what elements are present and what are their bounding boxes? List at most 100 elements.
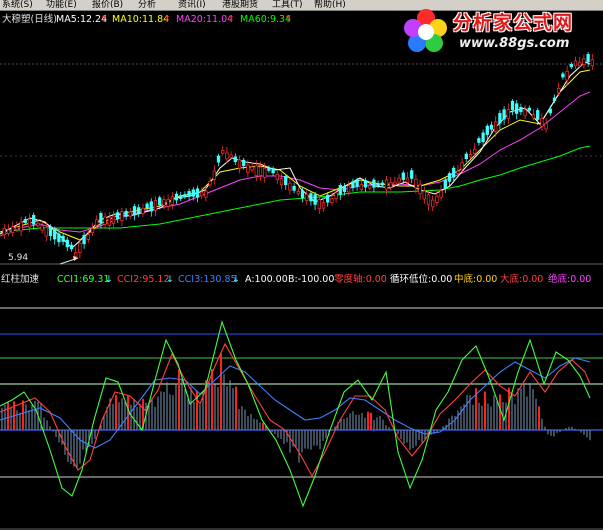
candle-body bbox=[431, 199, 435, 208]
candle-body bbox=[124, 210, 128, 217]
candle-body bbox=[397, 177, 401, 183]
candle-body bbox=[523, 109, 527, 116]
candle-body bbox=[305, 193, 309, 201]
candle-body bbox=[334, 192, 338, 200]
candle-body bbox=[414, 178, 418, 189]
ma10-line bbox=[0, 69, 591, 241]
candle-body bbox=[111, 215, 116, 224]
candle-body bbox=[229, 154, 233, 158]
candle-body bbox=[489, 124, 494, 130]
candle-body bbox=[61, 235, 65, 242]
candle-body bbox=[250, 166, 254, 171]
cci3-arrow-icon: ↓ bbox=[232, 274, 240, 285]
candle-body bbox=[19, 221, 23, 232]
candle-body bbox=[578, 62, 582, 67]
candle-body bbox=[372, 179, 376, 188]
candle-body bbox=[48, 227, 53, 236]
candle-body bbox=[36, 222, 40, 227]
candle-body bbox=[174, 193, 179, 201]
candle-body bbox=[116, 212, 120, 220]
candle-body bbox=[481, 132, 485, 143]
candle-body bbox=[376, 183, 380, 187]
candle-body bbox=[78, 243, 82, 253]
candle-body bbox=[6, 229, 11, 234]
candle-body bbox=[590, 59, 594, 67]
candle-body bbox=[132, 206, 137, 216]
candle-body bbox=[573, 60, 578, 67]
candle-body bbox=[422, 190, 426, 200]
candle-body bbox=[149, 201, 153, 212]
candle-body bbox=[275, 173, 279, 181]
candle-body bbox=[464, 153, 468, 160]
candle-body bbox=[426, 194, 431, 206]
candle-body bbox=[405, 177, 410, 183]
candle-body bbox=[11, 226, 15, 233]
candle-body bbox=[460, 162, 464, 170]
candle-body bbox=[90, 228, 95, 234]
candle-body bbox=[410, 170, 414, 179]
a-label: A:100.00 bbox=[245, 274, 288, 285]
cci2-label: CCI2:95.12 bbox=[117, 274, 170, 285]
candle-body bbox=[548, 108, 552, 114]
candle-body bbox=[338, 184, 342, 195]
candle-body bbox=[254, 165, 258, 176]
candle-body bbox=[296, 191, 300, 195]
candle-body bbox=[166, 199, 170, 207]
candle-body bbox=[23, 219, 27, 223]
candle-body bbox=[498, 113, 502, 124]
candle-body bbox=[145, 203, 149, 209]
candle-body bbox=[271, 168, 275, 174]
candle-body bbox=[582, 58, 586, 66]
candle-body bbox=[162, 199, 166, 206]
candle-body bbox=[544, 123, 548, 130]
mid-bottom-label: 中底:0.00 bbox=[454, 274, 498, 285]
candle-body bbox=[208, 180, 212, 186]
zero-axis-label: 零度轴:0.00 bbox=[334, 274, 387, 285]
candle-body bbox=[401, 172, 405, 180]
cci1-arrow-icon: ↓ bbox=[105, 274, 113, 285]
candle-body bbox=[53, 229, 57, 240]
candle-body bbox=[586, 54, 590, 63]
candle-body bbox=[389, 182, 393, 188]
candle-body bbox=[258, 166, 263, 176]
candle-body bbox=[321, 202, 326, 209]
candle-body bbox=[233, 156, 237, 163]
candle-body bbox=[342, 185, 347, 193]
candle-body bbox=[355, 179, 359, 187]
candle-body bbox=[237, 159, 242, 169]
candle-body bbox=[569, 64, 573, 68]
candle-body bbox=[246, 164, 250, 173]
candle-body bbox=[191, 189, 195, 197]
candle-body bbox=[557, 88, 561, 94]
candle-body bbox=[477, 138, 481, 143]
cci3-label: CCI3:130.85 bbox=[178, 274, 237, 285]
candle-body bbox=[170, 196, 174, 205]
b-label: B:-100.00 bbox=[288, 274, 335, 285]
candle-body bbox=[418, 183, 422, 195]
candle-body bbox=[141, 207, 145, 214]
candle-body bbox=[506, 109, 510, 119]
low-price-label: 5.94 bbox=[8, 253, 29, 263]
candle-body bbox=[300, 190, 305, 199]
candle-body bbox=[393, 181, 397, 185]
candle-body bbox=[519, 106, 523, 113]
candle-body bbox=[200, 191, 204, 197]
candle-body bbox=[473, 148, 477, 154]
candle-body bbox=[195, 188, 200, 198]
indicator-legend: 红柱加速 CCI1:69.31 ↓ CCI2:95.12 ↓ CCI3:130.… bbox=[0, 274, 603, 286]
candle-body bbox=[204, 190, 208, 198]
cycle-low-label: 循环低位:0.00 bbox=[390, 274, 453, 285]
chart-canvas bbox=[0, 51, 603, 530]
candle-body bbox=[263, 167, 267, 178]
candle-body bbox=[561, 73, 565, 78]
candle-body bbox=[502, 109, 506, 120]
candle-body bbox=[158, 197, 162, 206]
candle-body bbox=[82, 234, 86, 245]
candle-body bbox=[447, 173, 452, 182]
candle-body bbox=[2, 227, 6, 235]
candle-body bbox=[284, 175, 288, 186]
candle-body bbox=[15, 226, 19, 231]
candle-body bbox=[456, 170, 460, 174]
candle-body bbox=[527, 107, 531, 111]
candle-body bbox=[267, 167, 271, 171]
